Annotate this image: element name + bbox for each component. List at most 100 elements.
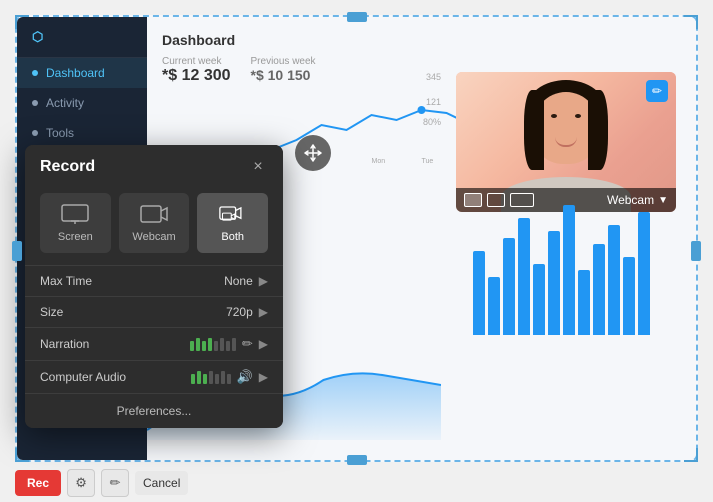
corner-handle-tl[interactable] — [15, 15, 29, 29]
side-handle-bottom[interactable] — [347, 455, 367, 465]
chart-label-345: 345 — [426, 72, 441, 82]
vol-seg-1 — [190, 341, 194, 351]
bottom-toolbar: Rec ⚙ ✏ Cancel — [15, 464, 188, 502]
audio-vol-5 — [215, 374, 219, 384]
bar-7 — [563, 205, 575, 335]
pencil-icon: ✏ — [652, 84, 662, 98]
both-icon — [219, 203, 247, 225]
screen-type-label: Screen — [58, 231, 93, 243]
audio-vol-4 — [209, 371, 213, 384]
computer-audio-arrow[interactable]: ▶ — [259, 370, 268, 384]
both-type-label: Both — [221, 231, 244, 243]
stat-current-week: Current week *$ 12 300 — [162, 56, 231, 85]
side-handle-top[interactable] — [347, 12, 367, 22]
max-time-row: Max Time None ▶ — [25, 265, 283, 296]
narration-row: Narration ✏ ▶ — [25, 327, 283, 360]
bar-12 — [638, 212, 650, 336]
vol-seg-3 — [202, 341, 206, 351]
current-week-label: Current week — [162, 56, 231, 67]
modal-title: Record — [40, 158, 95, 176]
svg-text:Tue: Tue — [422, 158, 434, 165]
corner-handle-bl[interactable] — [15, 448, 29, 462]
record-types: Screen Webcam — [25, 185, 283, 265]
bar-11 — [623, 257, 635, 335]
bar-6 — [548, 231, 560, 335]
main-container: ⬡ Dashboard Activity Tools Analytics Hel… — [0, 0, 713, 502]
svg-text:Mon: Mon — [372, 158, 386, 165]
audio-vol-2 — [197, 371, 201, 384]
narration-label: Narration — [40, 337, 190, 351]
current-week-value: *$ 12 300 — [162, 67, 231, 85]
stat-previous-week: Previous week *$ 10 150 — [251, 56, 316, 85]
move-handle[interactable] — [295, 135, 331, 171]
vol-seg-2 — [196, 338, 200, 351]
max-time-value: None — [224, 274, 253, 288]
vol-seg-7 — [226, 341, 230, 351]
webcam-type-label: Webcam — [132, 231, 175, 243]
corner-handle-br[interactable] — [684, 448, 698, 462]
move-icon — [303, 143, 323, 163]
modal-close-button[interactable]: × — [248, 157, 268, 177]
bar-chart-container — [473, 205, 683, 335]
record-type-both[interactable]: Both — [197, 193, 268, 253]
size-arrow[interactable]: ▶ — [259, 305, 268, 319]
bar-4 — [518, 218, 530, 335]
computer-audio-row: Computer Audio 🔊 ▶ — [25, 360, 283, 393]
modal-header: Record × — [25, 145, 283, 185]
max-time-label: Max Time — [40, 274, 224, 288]
record-modal: Record × Screen — [25, 145, 283, 428]
side-handle-left[interactable] — [12, 241, 22, 261]
bar-2 — [488, 277, 500, 336]
webcam-icon — [140, 203, 168, 225]
computer-audio-label: Computer Audio — [40, 370, 191, 384]
audio-vol-6 — [221, 371, 225, 384]
max-time-arrow[interactable]: ▶ — [259, 274, 268, 288]
narration-volume-bar — [190, 338, 236, 351]
audio-vol-7 — [227, 374, 231, 384]
vol-seg-4 — [208, 338, 212, 351]
sidebar-item-tools[interactable]: Tools — [17, 118, 147, 148]
record-type-screen[interactable]: Screen — [40, 193, 111, 253]
corner-handle-tr[interactable] — [684, 15, 698, 29]
gear-icon: ⚙ — [75, 475, 87, 491]
previous-week-label: Previous week — [251, 56, 316, 67]
webcam-preview: ✏ Webcam ▼ — [456, 72, 676, 212]
side-handle-right[interactable] — [691, 241, 701, 261]
rec-button[interactable]: Rec — [15, 470, 61, 496]
sidebar-logo: ⬡ — [17, 17, 147, 58]
dashboard-title: Dashboard — [162, 32, 681, 48]
pencil-toolbar-icon: ✏ — [110, 475, 121, 491]
vol-seg-6 — [220, 338, 224, 351]
narration-arrow[interactable]: ▶ — [259, 337, 268, 351]
cancel-button[interactable]: Cancel — [135, 471, 188, 495]
preferences-label: Preferences... — [117, 404, 192, 418]
preferences-button[interactable]: Preferences... — [25, 393, 283, 428]
settings-button[interactable]: ⚙ — [67, 469, 95, 497]
record-type-webcam[interactable]: Webcam — [119, 193, 190, 253]
audio-vol-3 — [203, 374, 207, 384]
size-row: Size 720p ▶ — [25, 296, 283, 327]
sidebar-item-activity[interactable]: Activity — [17, 88, 147, 118]
bar-8 — [578, 270, 590, 335]
bar-9 — [593, 244, 605, 335]
screen-icon — [61, 203, 89, 225]
bar-1 — [473, 251, 485, 336]
vol-seg-8 — [232, 338, 236, 351]
computer-audio-speaker-icon: 🔊 — [237, 369, 253, 385]
edit-button[interactable]: ✏ — [101, 469, 129, 497]
webcam-edit-button[interactable]: ✏ — [646, 80, 668, 102]
bar-5 — [533, 264, 545, 336]
size-value: 720p — [226, 305, 253, 319]
previous-week-value: *$ 10 150 — [251, 67, 316, 83]
size-label: Size — [40, 305, 226, 319]
webcam-dropdown-icon[interactable]: ▼ — [658, 195, 668, 206]
chart-label-80: 80% — [423, 117, 441, 127]
narration-pencil-icon[interactable]: ✏ — [242, 336, 253, 352]
bar-chart — [456, 320, 676, 440]
sidebar-item-dashboard[interactable]: Dashboard — [17, 58, 147, 88]
vol-seg-5 — [214, 341, 218, 351]
bar-3 — [503, 238, 515, 336]
computer-audio-volume-bar — [191, 371, 231, 384]
bar-10 — [608, 225, 620, 336]
chart-label-121: 121 — [426, 97, 441, 107]
